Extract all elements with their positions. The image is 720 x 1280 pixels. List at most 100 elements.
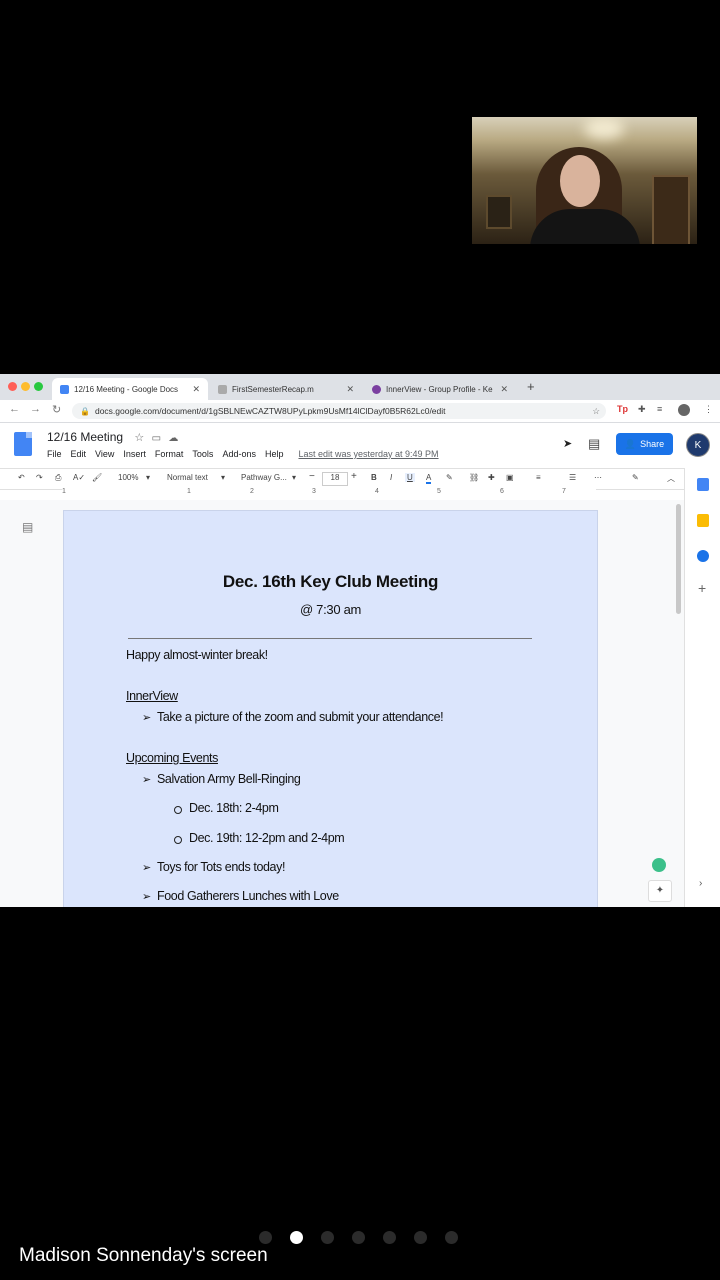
text-color-icon[interactable]: A xyxy=(426,473,432,484)
list-item: Food Gatherers Lunches with Love xyxy=(157,889,339,903)
screen-share-caption: Madison Sonnenday's screen xyxy=(19,1245,268,1266)
increase-font-button[interactable]: + xyxy=(351,471,357,482)
profile-icon[interactable] xyxy=(678,404,690,416)
document-page[interactable]: Dec. 16th Key Club Meeting @ 7:30 am Hap… xyxy=(63,510,598,907)
innerview-favicon-icon xyxy=(372,384,381,394)
page-dot[interactable] xyxy=(414,1231,427,1244)
style-select[interactable]: Normal text xyxy=(167,473,208,482)
bold-icon[interactable]: B xyxy=(371,473,377,482)
close-tab-icon[interactable]: ✕ xyxy=(500,384,508,395)
scrollbar-thumb[interactable] xyxy=(676,504,681,614)
circle-bullet-icon xyxy=(174,806,182,814)
page-dot[interactable] xyxy=(259,1231,272,1244)
outline-icon[interactable]: ▤ xyxy=(22,520,33,534)
docs-favicon-icon xyxy=(60,384,69,394)
font-select[interactable]: Pathway G... xyxy=(241,473,287,482)
ruler: 1 1 2 3 4 5 6 7 xyxy=(62,488,596,498)
extension-puzzle-icon[interactable]: ✚ xyxy=(638,404,646,415)
add-addon-icon[interactable]: + xyxy=(698,580,706,596)
editing-mode-icon[interactable]: ✎ xyxy=(632,473,639,482)
extension-tp-icon[interactable]: Tp xyxy=(617,404,628,414)
maximize-window-button[interactable] xyxy=(34,382,43,391)
keep-icon[interactable] xyxy=(697,514,709,527)
horizontal-rule xyxy=(128,638,532,639)
menu-help[interactable]: Help xyxy=(265,449,284,459)
bookmark-star-icon[interactable]: ☆ xyxy=(592,406,600,417)
lock-icon: 🔒 xyxy=(80,406,90,416)
star-icon[interactable]: ☆ xyxy=(134,432,144,444)
minimize-window-button[interactable] xyxy=(21,382,30,391)
page-dot[interactable] xyxy=(352,1231,365,1244)
tab-recap[interactable]: FirstSemesterRecap.m ✕ xyxy=(210,378,362,400)
paint-format-icon[interactable]: 🖌 xyxy=(92,473,102,482)
forward-icon[interactable]: → xyxy=(30,403,41,415)
list-item: Dec. 18th: 2-4pm xyxy=(189,801,279,815)
tab-docs[interactable]: 12/16 Meeting - Google Docs ✕ xyxy=(52,378,208,400)
link-icon[interactable]: ⛓ xyxy=(469,473,479,482)
collapse-toolbar-icon[interactable]: ︿ xyxy=(667,473,675,484)
move-folder-icon[interactable]: ▭ xyxy=(152,433,161,444)
grammarly-icon[interactable] xyxy=(652,858,666,872)
tab-bar: 12/16 Meeting - Google Docs ✕ FirstSemes… xyxy=(0,374,720,400)
close-tab-icon[interactable]: ✕ xyxy=(192,384,200,395)
expand-panel-icon[interactable]: › xyxy=(699,878,702,889)
print-icon[interactable]: ⎙ xyxy=(55,473,61,483)
font-size-field[interactable]: 18 xyxy=(322,472,348,486)
list-item: Toys for Tots ends today! xyxy=(157,860,286,874)
insert-image-icon[interactable]: ▣ xyxy=(506,473,514,482)
menu-insert[interactable]: Insert xyxy=(123,449,146,459)
url-field[interactable]: 🔒 docs.google.com/document/d/1gSBLNEwCAZ… xyxy=(72,403,606,419)
align-icon[interactable]: ≡ xyxy=(536,473,541,482)
document-title[interactable]: 12/16 Meeting ☆ ▭ ☁ xyxy=(47,430,178,444)
menu-tools[interactable]: Tools xyxy=(192,449,213,459)
docs-logo-icon[interactable] xyxy=(14,432,32,456)
menu-view[interactable]: View xyxy=(95,449,114,459)
redo-icon[interactable]: ↷ xyxy=(36,473,43,482)
explore-icon[interactable]: ✦ xyxy=(648,880,672,902)
address-bar-row: ← → ↻ 🔒 docs.google.com/document/d/1gSBL… xyxy=(0,400,720,423)
menu-format[interactable]: Format xyxy=(155,449,184,459)
share-button[interactable]: 👤 Share xyxy=(616,433,673,455)
back-icon[interactable]: ← xyxy=(9,403,20,415)
tab-innerview[interactable]: InnerView - Group Profile - Ke ✕ xyxy=(364,378,516,400)
chevron-down-icon[interactable]: ▾ xyxy=(221,473,225,482)
italic-icon[interactable]: I xyxy=(390,473,392,482)
spellcheck-icon[interactable]: A✓ xyxy=(73,473,85,482)
menu-file[interactable]: File xyxy=(47,449,62,459)
arrow-bullet-icon: ➢ xyxy=(142,862,152,874)
extension-list-icon[interactable]: ≡ xyxy=(657,404,662,414)
doc-heading: Dec. 16th Key Club Meeting xyxy=(222,572,439,591)
side-panel: + › xyxy=(684,468,720,907)
line-spacing-icon[interactable]: ☰ xyxy=(569,473,576,482)
page-dot[interactable] xyxy=(321,1231,334,1244)
undo-icon[interactable]: ↶ xyxy=(18,473,25,482)
more-options-icon[interactable]: ⋯ xyxy=(594,473,602,482)
menu-addons[interactable]: Add-ons xyxy=(222,449,256,459)
more-menu-icon[interactable]: ⋮ xyxy=(704,404,713,415)
highlight-icon[interactable]: ✎ xyxy=(446,473,453,482)
chevron-down-icon[interactable]: ▾ xyxy=(292,473,296,482)
account-avatar[interactable]: K xyxy=(686,433,710,457)
menu-edit[interactable]: Edit xyxy=(71,449,87,459)
close-tab-icon[interactable]: ✕ xyxy=(346,384,354,395)
zoom-select[interactable]: 100% xyxy=(118,473,138,482)
webcam-video xyxy=(472,117,697,244)
chevron-down-icon[interactable]: ▾ xyxy=(146,473,150,482)
page-dot[interactable] xyxy=(383,1231,396,1244)
url-text: docs.google.com/document/d/1gSBLNEwCAZTW… xyxy=(94,406,446,416)
file-favicon-icon xyxy=(218,384,227,394)
underline-icon[interactable]: U xyxy=(405,473,415,482)
close-window-button[interactable] xyxy=(8,382,17,391)
page-dot-active[interactable] xyxy=(290,1231,303,1244)
comments-icon[interactable]: ▤ xyxy=(588,436,600,452)
reload-icon[interactable]: ↻ xyxy=(52,403,61,416)
decrease-font-button[interactable]: − xyxy=(309,471,315,482)
add-comment-icon[interactable]: ✚ xyxy=(488,473,495,482)
tab-title: FirstSemesterRecap.m xyxy=(232,384,314,394)
tasks-icon[interactable] xyxy=(697,550,709,562)
new-tab-icon[interactable]: + xyxy=(527,379,535,394)
page-dot[interactable] xyxy=(445,1231,458,1244)
calendar-icon[interactable] xyxy=(697,478,709,491)
formatting-toolbar: ↶ ↷ ⎙ A✓ 🖌 100% ▾ Normal text ▾ Pathway … xyxy=(0,468,690,490)
last-edit-link[interactable]: Last edit was yesterday at 9:49 PM xyxy=(298,449,438,459)
